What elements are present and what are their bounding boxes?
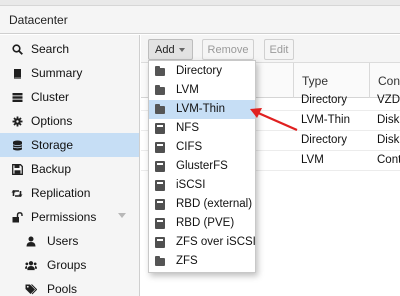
menu-item-label: ZFS <box>176 255 198 267</box>
edit-button[interactable]: Edit <box>264 39 294 60</box>
cell-content: Disk <box>377 134 400 146</box>
menu-item-nfs[interactable]: NFS <box>149 119 255 138</box>
cell-content: VZDu <box>377 94 400 106</box>
sidebar-item-backup[interactable]: Backup <box>0 157 139 181</box>
disk-icon <box>155 199 165 210</box>
folder-icon <box>155 66 165 76</box>
add-button[interactable]: Add <box>148 39 193 60</box>
toolbar: Add Remove Edit <box>141 35 400 63</box>
disk-icon <box>155 161 165 172</box>
menu-item-label: iSCSI <box>176 179 206 191</box>
add-button-label: Add <box>155 43 175 56</box>
disk-icon <box>155 180 165 191</box>
sidebar-item-users[interactable]: Users <box>0 229 139 253</box>
menu-item-label: GlusterFS <box>176 160 228 172</box>
add-storage-menu: Directory LVM LVM-Thin NFS CIFS GlusterF… <box>148 60 256 273</box>
menu-item-zfs[interactable]: ZFS <box>149 252 255 271</box>
menu-item-zfs-over-iscsi[interactable]: ZFS over iSCSI <box>149 233 256 252</box>
sidebar-item-label: Permissions <box>31 210 97 224</box>
sidebar-item-replication[interactable]: Replication <box>0 181 139 205</box>
chevron-down-icon[interactable] <box>118 213 126 218</box>
menu-item-label: Directory <box>176 65 223 77</box>
chevron-down-icon <box>179 48 185 52</box>
menu-item-directory[interactable]: Directory <box>149 62 255 81</box>
disk-icon <box>155 123 165 134</box>
menu-item-rbd-external[interactable]: RBD (external) <box>149 195 255 214</box>
menu-item-iscsi[interactable]: iSCSI <box>149 176 255 195</box>
menu-item-cifs[interactable]: CIFS <box>149 138 255 157</box>
floppy-icon <box>11 163 23 175</box>
menu-item-label: LVM <box>176 84 199 96</box>
sidebar-item-permissions[interactable]: Permissions <box>0 205 139 229</box>
folder-icon <box>155 256 165 266</box>
cell-type: LVM <box>301 154 324 166</box>
retweet-icon <box>11 187 23 199</box>
cell-type: Directory <box>301 94 348 106</box>
gear-icon <box>11 115 23 127</box>
sidebar-item-label: Groups <box>47 258 87 272</box>
sidebar-item-groups[interactable]: Groups <box>0 253 139 277</box>
server-list-icon <box>11 91 23 103</box>
folder-icon <box>155 104 165 114</box>
cell-type: Directory <box>301 134 348 146</box>
sidebar-item-label: Users <box>47 234 79 248</box>
disk-icon <box>155 142 165 153</box>
tags-icon <box>25 283 37 295</box>
sidebar-item-options[interactable]: Options <box>0 109 139 133</box>
sidebar-item-summary[interactable]: Summary <box>0 61 139 85</box>
sidebar-item-label: Search <box>31 42 70 56</box>
sidebar: Search Summary Cluster Options Storage B… <box>0 35 140 296</box>
cell-type: LVM-Thin <box>301 114 350 126</box>
title-bar: Datacenter <box>0 6 400 34</box>
sidebar-item-label: Backup <box>31 162 72 176</box>
menu-item-rbd-pve[interactable]: RBD (PVE) <box>149 214 255 233</box>
sidebar-item-search[interactable]: Search <box>0 37 139 61</box>
menu-item-label: LVM-Thin <box>176 103 225 115</box>
menu-item-label: NFS <box>176 122 199 134</box>
sidebar-item-storage[interactable]: Storage <box>0 133 139 157</box>
sidebar-item-label: Replication <box>31 186 91 200</box>
disk-icon <box>155 218 165 229</box>
sidebar-item-pools[interactable]: Pools <box>0 277 139 296</box>
cell-content: Disk <box>377 114 400 126</box>
sidebar-item-label: Summary <box>31 66 83 80</box>
menu-item-lvm[interactable]: LVM <box>149 81 255 100</box>
sidebar-item-label: Cluster <box>31 90 70 104</box>
menu-item-glusterfs[interactable]: GlusterFS <box>149 157 255 176</box>
folder-icon <box>155 85 165 95</box>
page-title: Datacenter <box>9 13 68 27</box>
cell-content: Cont <box>377 154 400 166</box>
sidebar-item-label: Options <box>31 114 73 128</box>
menu-item-label: RBD (PVE) <box>176 217 235 229</box>
sidebar-item-cluster[interactable]: Cluster <box>0 85 139 109</box>
sidebar-item-label: Storage <box>31 138 74 152</box>
sidebar-item-label: Pools <box>47 282 78 296</box>
book-icon <box>11 67 23 79</box>
unlock-icon <box>11 211 23 223</box>
menu-item-label: CIFS <box>176 141 203 153</box>
menu-item-label: RBD (external) <box>176 198 253 210</box>
remove-button[interactable]: Remove <box>202 39 254 60</box>
search-icon <box>11 43 23 55</box>
users-icon <box>25 259 37 271</box>
disk-icon <box>155 237 165 248</box>
database-icon <box>11 139 23 151</box>
user-icon <box>25 235 37 247</box>
menu-item-label: ZFS over iSCSI <box>176 236 256 248</box>
menu-item-lvm-thin[interactable]: LVM-Thin <box>149 100 255 119</box>
